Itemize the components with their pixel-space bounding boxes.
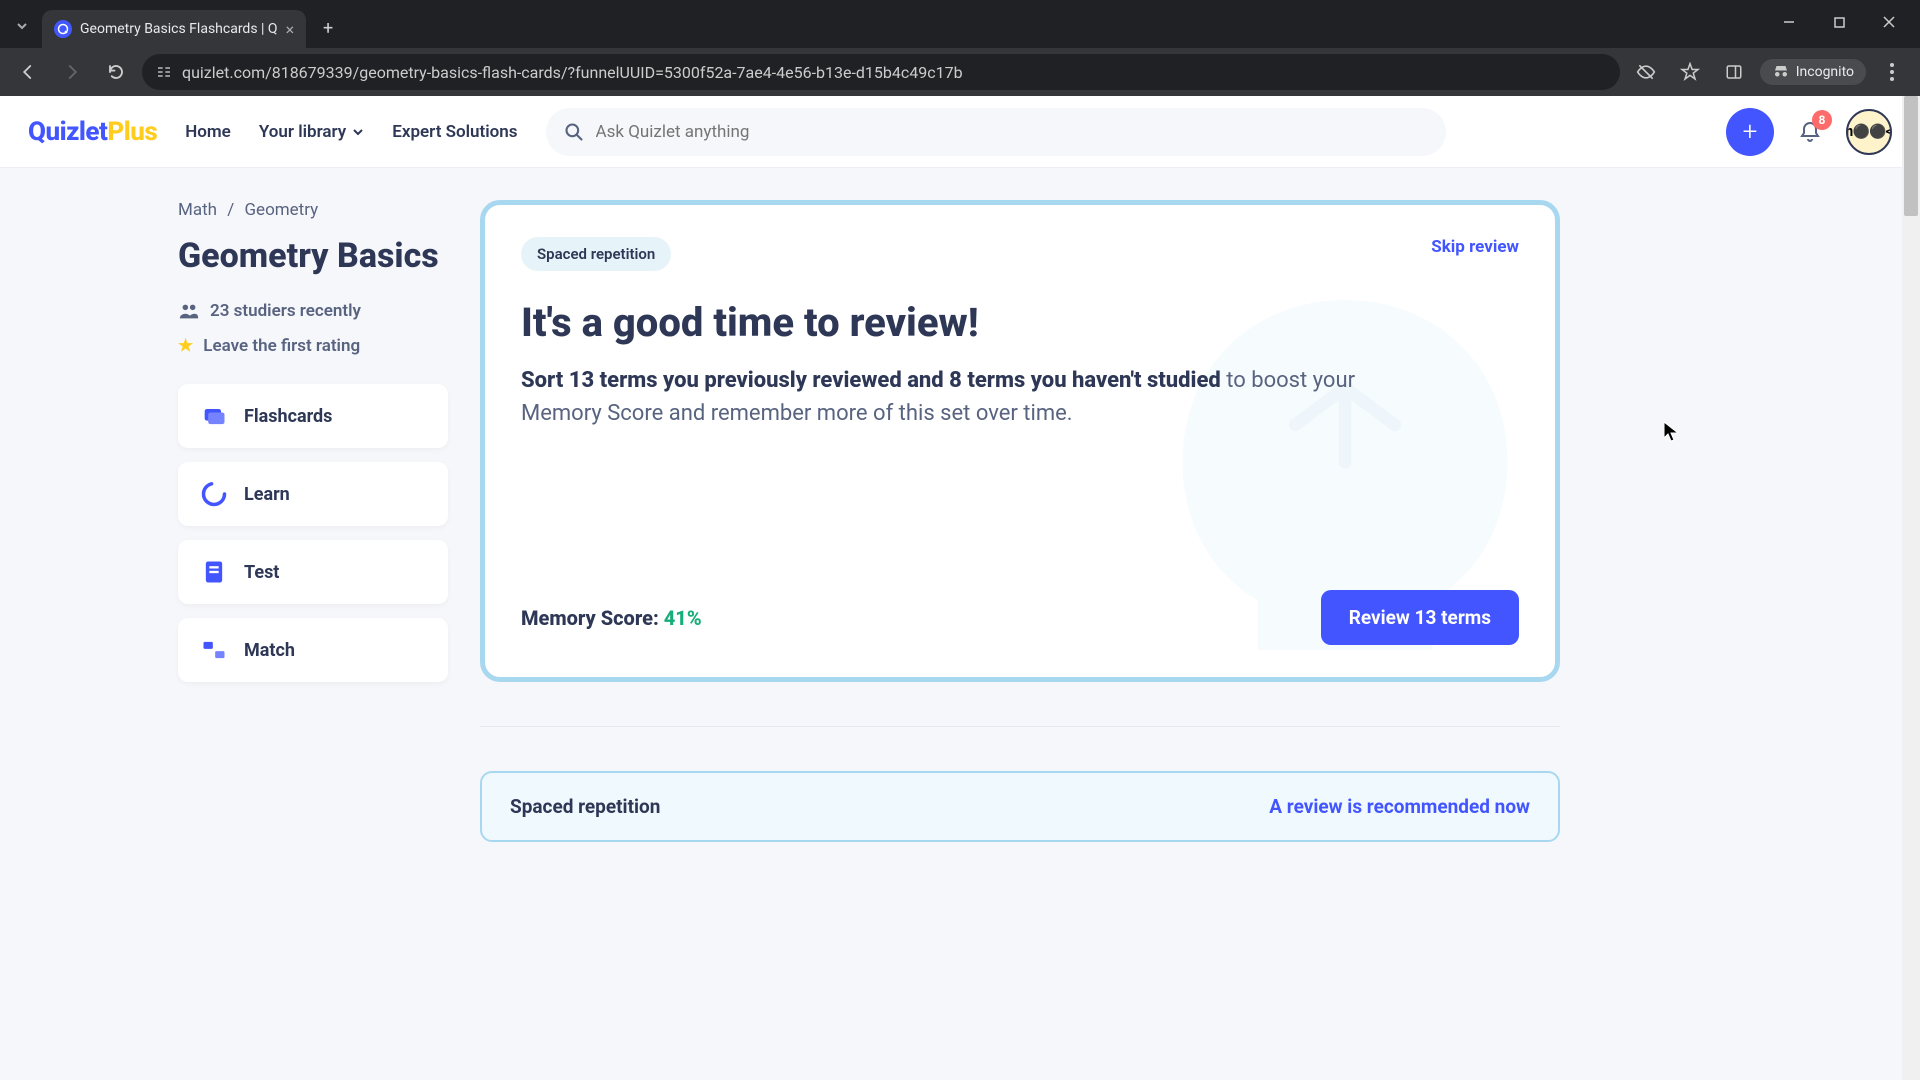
incognito-indicator[interactable]: Incognito bbox=[1760, 59, 1866, 85]
url-text: quizlet.com/818679339/geometry-basics-fl… bbox=[182, 63, 963, 82]
site-settings-icon[interactable] bbox=[156, 64, 172, 80]
learn-icon bbox=[200, 480, 228, 508]
memory-score: Memory Score: 41% bbox=[521, 606, 702, 630]
test-button[interactable]: Test bbox=[178, 540, 448, 604]
close-tab-icon[interactable]: × bbox=[286, 20, 295, 39]
sidebar: Math / Geometry Geometry Basics 23 studi… bbox=[48, 200, 448, 842]
side-panel-icon[interactable] bbox=[1716, 54, 1752, 90]
studiers-row: 23 studiers recently bbox=[178, 300, 448, 322]
minimize-window-icon[interactable] bbox=[1766, 6, 1812, 38]
star-icon: ★ bbox=[178, 336, 193, 356]
create-button[interactable]: + bbox=[1726, 108, 1774, 156]
tab-title: Geometry Basics Flashcards | Q bbox=[80, 21, 278, 37]
divider bbox=[480, 726, 1560, 727]
scrollbar-thumb[interactable] bbox=[1904, 96, 1918, 216]
reload-button[interactable] bbox=[98, 54, 134, 90]
flashcards-icon bbox=[200, 402, 228, 430]
review-terms-button[interactable]: Review 13 terms bbox=[1321, 590, 1519, 645]
search-icon bbox=[564, 122, 584, 142]
review-recommended-banner[interactable]: Spaced repetition A review is recommende… bbox=[480, 771, 1560, 842]
match-icon bbox=[200, 636, 228, 664]
browser-titlebar: Geometry Basics Flashcards | Q × + bbox=[0, 0, 1920, 48]
close-window-icon[interactable] bbox=[1866, 6, 1912, 38]
scrollbar-track[interactable] bbox=[1902, 96, 1920, 1080]
breadcrumb: Math / Geometry bbox=[178, 200, 448, 220]
browser-toolbar: quizlet.com/818679339/geometry-basics-fl… bbox=[0, 48, 1920, 96]
people-icon bbox=[178, 300, 200, 322]
incognito-icon bbox=[1772, 63, 1790, 81]
banner-label: Spaced repetition bbox=[510, 795, 660, 818]
test-icon bbox=[200, 558, 228, 586]
address-bar[interactable]: quizlet.com/818679339/geometry-basics-fl… bbox=[142, 54, 1620, 90]
search-box[interactable] bbox=[546, 108, 1446, 156]
forward-button[interactable] bbox=[54, 54, 90, 90]
app-header: QuizletPlus Home Your library Expert Sol… bbox=[0, 96, 1920, 168]
chevron-down-icon bbox=[352, 126, 364, 138]
learn-button[interactable]: Learn bbox=[178, 462, 448, 526]
match-button[interactable]: Match bbox=[178, 618, 448, 682]
review-description: Sort 13 terms you previously reviewed an… bbox=[521, 364, 1421, 430]
browser-tab[interactable]: Geometry Basics Flashcards | Q × bbox=[42, 10, 306, 48]
page-title: Geometry Basics bbox=[178, 236, 448, 276]
banner-message: A review is recommended now bbox=[1269, 795, 1530, 818]
page-viewport: QuizletPlus Home Your library Expert Sol… bbox=[0, 96, 1920, 1080]
nav-expert-solutions[interactable]: Expert Solutions bbox=[392, 122, 517, 142]
spaced-repetition-chip: Spaced repetition bbox=[521, 237, 671, 271]
review-title: It's a good time to review! bbox=[521, 299, 1519, 346]
browser-menu-icon[interactable] bbox=[1874, 54, 1910, 90]
new-tab-button[interactable]: + bbox=[312, 12, 344, 44]
quizlet-favicon-icon bbox=[54, 20, 72, 38]
nav-your-library[interactable]: Your library bbox=[259, 122, 364, 142]
flashcards-button[interactable]: Flashcards bbox=[178, 384, 448, 448]
search-input[interactable] bbox=[596, 122, 1428, 142]
maximize-window-icon[interactable] bbox=[1816, 6, 1862, 38]
bookmark-star-icon[interactable] bbox=[1672, 54, 1708, 90]
back-button[interactable] bbox=[10, 54, 46, 90]
quizlet-logo[interactable]: QuizletPlus bbox=[28, 117, 157, 147]
review-card: Spaced repetition Skip review It's a goo… bbox=[480, 200, 1560, 682]
tab-search-dropdown[interactable] bbox=[8, 12, 36, 40]
user-avatar[interactable]: n⚫⚫< bbox=[1846, 109, 1892, 155]
breadcrumb-geometry[interactable]: Geometry bbox=[244, 200, 318, 220]
breadcrumb-math[interactable]: Math bbox=[178, 200, 217, 220]
nav-home[interactable]: Home bbox=[185, 122, 231, 142]
avatar-face-icon: n⚫⚫< bbox=[1846, 124, 1892, 140]
tracking-icon[interactable] bbox=[1628, 54, 1664, 90]
notification-badge: 8 bbox=[1812, 110, 1832, 130]
rating-row[interactable]: ★ Leave the first rating bbox=[178, 336, 448, 356]
main-content: Spaced repetition Skip review It's a goo… bbox=[480, 200, 1560, 842]
